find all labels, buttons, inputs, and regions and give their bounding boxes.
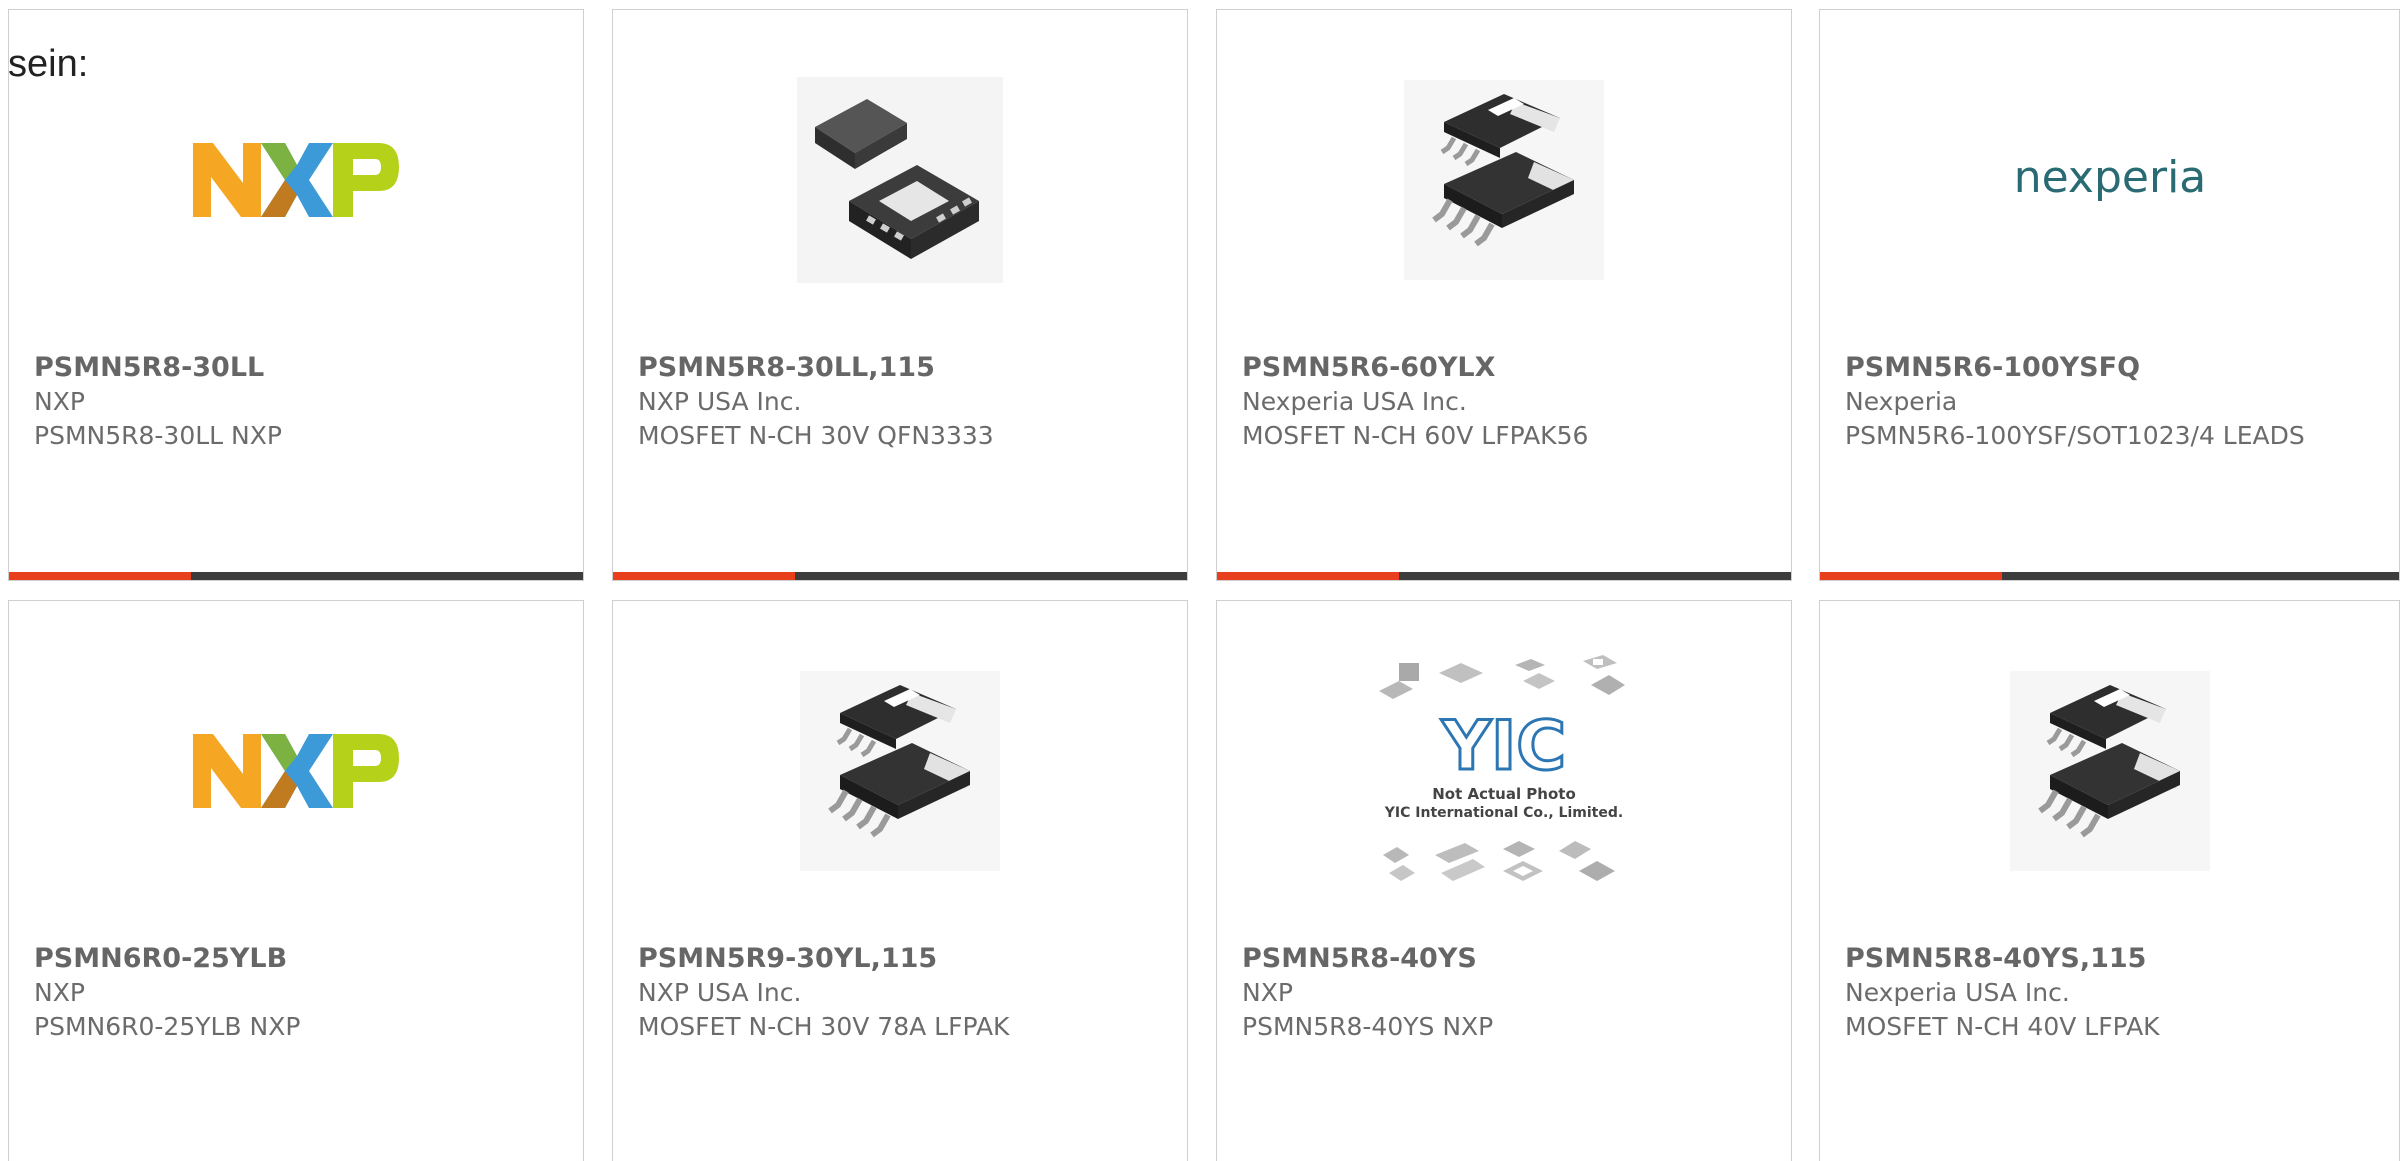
card-accent [9,572,191,580]
product-card[interactable]: PSMN5R9-30YL,115 NXP USA Inc. MOSFET N-C… [612,600,1188,1161]
part-number[interactable]: PSMN5R6-60YLX [1242,351,1771,385]
product-info: PSMN6R0-25YLB NXP PSMN6R0-25YLB NXP [34,942,563,1044]
product-info: PSMN5R6-100YSFQ Nexperia PSMN5R6-100YSF/… [1845,351,2379,453]
product-info: PSMN5R8-40YS NXP PSMN5R8-40YS NXP [1242,942,1771,1044]
product-info: PSMN5R6-60YLX Nexperia USA Inc. MOSFET N… [1242,351,1771,453]
part-description: PSMN5R6-100YSF/SOT1023/4 LEADS [1845,421,2305,450]
part-number[interactable]: PSMN6R0-25YLB [34,942,563,976]
product-card[interactable]: PSMN6R0-25YLB NXP PSMN6R0-25YLB NXP [8,600,584,1161]
lfpak-package-icon [2009,671,2210,871]
manufacturer: NXP [34,978,85,1007]
card-bottom-bar [1820,572,2399,580]
product-info: PSMN5R8-30LL,115 NXP USA Inc. MOSFET N-C… [638,351,1167,453]
part-number[interactable]: PSMN5R8-30LL [34,351,563,385]
qfn-package-icon [797,77,1003,283]
manufacturer: Nexperia [1845,387,1958,416]
product-card[interactable]: nexperia PSMN5R6-100YSFQ Nexperia PSMN5R… [1819,9,2400,581]
product-card[interactable]: PSMN5R6-60YLX Nexperia USA Inc. MOSFET N… [1216,9,1792,581]
manufacturer: NXP [1242,978,1293,1007]
card-accent [613,572,795,580]
product-card[interactable]: YIC Not Actual Photo YIC International C… [1216,600,1792,1161]
yic-logo-text: YIC [1441,707,1566,786]
product-card[interactable]: PSMN5R8-30LL NXP PSMN5R8-30LL NXP [8,9,584,581]
part-number[interactable]: PSMN5R9-30YL,115 [638,942,1167,976]
part-number[interactable]: PSMN5R8-40YS [1242,942,1771,976]
part-number[interactable]: PSMN5R6-100YSFQ [1845,351,2379,385]
part-description: PSMN6R0-25YLB NXP [34,1012,301,1041]
manufacturer: Nexperia USA Inc. [1845,978,2070,1007]
product-info: PSMN5R8-40YS,115 Nexperia USA Inc. MOSFE… [1845,942,2379,1044]
part-description: MOSFET N-CH 60V LFPAK56 [1242,421,1589,450]
intro-text: sein: [8,43,89,85]
manufacturer: NXP USA Inc. [638,387,802,416]
product-image[interactable]: nexperia [1820,60,2399,300]
part-description: MOSFET N-CH 30V QFN3333 [638,421,994,450]
card-accent [1820,572,2002,580]
product-image[interactable] [1217,60,1791,300]
yic-note-line1: Not Actual Photo [1432,785,1576,803]
nexperia-logo-text: nexperia [2013,152,2206,203]
nxp-logo-icon [193,143,399,217]
part-number[interactable]: PSMN5R8-30LL,115 [638,351,1167,385]
product-image[interactable] [9,651,583,891]
manufacturer: NXP USA Inc. [638,978,802,1007]
nxp-logo-icon [193,734,399,808]
product-image[interactable] [613,60,1187,300]
card-bottom-bar [613,572,1187,580]
part-description: MOSFET N-CH 40V LFPAK [1845,1012,2160,1041]
product-image[interactable]: YIC Not Actual Photo YIC International C… [1217,651,1791,891]
manufacturer: NXP [34,387,85,416]
lfpak-package-icon [1404,80,1604,280]
card-bottom-bar [1217,572,1791,580]
product-image[interactable] [9,60,583,300]
yic-note-line2: YIC International Co., Limited. [1384,805,1623,821]
product-card[interactable]: PSMN5R8-40YS,115 Nexperia USA Inc. MOSFE… [1819,600,2400,1161]
product-grid-page: sein: PSMN5R8-30LL NXP PSMN5R8-30LL NXP [0,0,2400,1161]
card-accent [1217,572,1399,580]
part-description: PSMN5R8-40YS NXP [1242,1012,1494,1041]
part-number[interactable]: PSMN5R8-40YS,115 [1845,942,2379,976]
part-description: PSMN5R8-30LL NXP [34,421,282,450]
product-card[interactable]: PSMN5R8-30LL,115 NXP USA Inc. MOSFET N-C… [612,9,1188,581]
card-bottom-bar [9,572,583,580]
product-info: PSMN5R8-30LL NXP PSMN5R8-30LL NXP [34,351,563,453]
product-info: PSMN5R9-30YL,115 NXP USA Inc. MOSFET N-C… [638,942,1167,1044]
product-image[interactable] [613,651,1187,891]
product-image[interactable] [1820,651,2399,891]
lfpak-package-icon [800,671,1000,871]
nexperia-logo-icon: nexperia [2013,152,2206,203]
yic-placeholder-icon: YIC Not Actual Photo YIC International C… [1379,655,1625,881]
manufacturer: Nexperia USA Inc. [1242,387,1467,416]
part-description: MOSFET N-CH 30V 78A LFPAK [638,1012,1010,1041]
